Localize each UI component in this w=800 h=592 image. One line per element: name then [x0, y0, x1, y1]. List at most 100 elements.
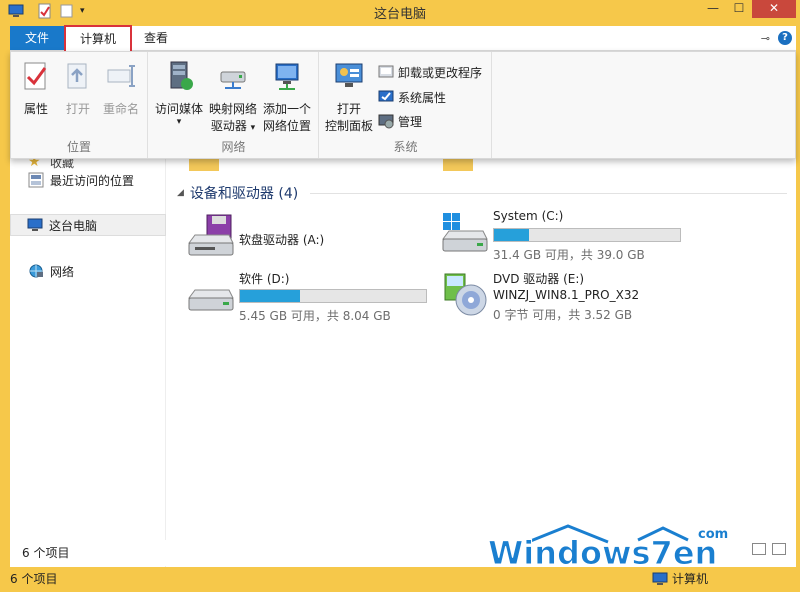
network-drive-icon — [220, 71, 246, 89]
watermark-logo: Windows7en com — [488, 524, 728, 570]
control-panel-icon — [335, 63, 363, 87]
system-properties-icon — [378, 90, 394, 102]
navigation-pane: ★ 收藏 最近访问的位置 这台电脑 网络 — [10, 154, 166, 567]
rename-icon — [107, 65, 135, 87]
system-group-label: 系统 — [393, 140, 418, 154]
open-icon — [67, 63, 87, 89]
view-toggle-group — [752, 543, 786, 555]
tab-file[interactable]: 文件 — [10, 26, 64, 50]
drive-a-name: 软盘驱动器 (A:) — [239, 233, 325, 247]
drive-d-usage-bar — [239, 289, 427, 303]
open-cp-label-2: 控制面板 — [324, 119, 373, 133]
window-title: 这台电脑 — [373, 7, 426, 22]
hard-drive-icon — [188, 289, 234, 311]
rename-button[interactable]: 重命名 — [99, 60, 143, 118]
floppy-drive-icon — [188, 214, 234, 256]
map-drive-label-2: 驱动器 — [210, 119, 247, 133]
nav-item-this-pc[interactable]: 这台电脑 — [10, 214, 166, 236]
dropdown-arrow-icon: ▾ — [176, 117, 182, 127]
svg-text:Windows7en: Windows7en — [488, 534, 717, 570]
minimize-button[interactable]: — — [700, 0, 726, 18]
location-group: 属性 打开 重命名 位置 — [11, 52, 148, 158]
recent-places-icon — [28, 172, 44, 188]
properties-label: 属性 — [23, 102, 48, 116]
uninstall-label: 卸载或更改程序 — [398, 65, 483, 80]
item-count: 6 个项目 — [10, 572, 58, 586]
open-button[interactable]: 打开 — [61, 60, 95, 118]
explorer-window: ▾ 这台电脑 — ☐ ✕ 文件 计算机 查看 ⊸ ? 属性 打开 重命名 位置 … — [0, 0, 800, 592]
system-drive-icon — [442, 213, 488, 252]
access-media-button[interactable]: 访问媒体 ▾ — [153, 60, 205, 127]
open-label: 打开 — [65, 102, 90, 116]
section-divider — [310, 192, 787, 194]
map-drive-label-2-row: 驱动器 ▾ — [207, 118, 259, 137]
tab-view[interactable]: 查看 — [136, 26, 176, 50]
dropdown-arrow-icon: ▾ — [250, 123, 256, 133]
open-cp-label-1: 打开 — [336, 102, 361, 116]
collapse-arrow-icon: ◢ — [177, 188, 184, 198]
drive-c-usage-bar — [493, 228, 681, 242]
nav-item-recent[interactable]: 最近访问的位置 — [10, 169, 166, 191]
drive-software-d[interactable]: 软件 (D:) 5.45 GB 可用，共 8.04 GB — [185, 270, 435, 330]
properties-icon — [24, 62, 47, 90]
nav-recent-label: 最近访问的位置 — [50, 173, 135, 188]
open-control-panel-button[interactable]: 打开 控制面板 — [322, 60, 376, 135]
properties-button[interactable]: 属性 — [19, 60, 53, 118]
nav-this-pc-label: 这台电脑 — [49, 218, 98, 233]
pin-ribbon-icon[interactable]: ⊸ — [761, 32, 770, 45]
media-server-icon — [170, 61, 193, 90]
ribbon-right-controls: ⊸ ? — [761, 31, 792, 45]
uninstall-icon — [378, 65, 394, 78]
drive-c-name: System (C:) — [493, 209, 564, 223]
devices-section-header[interactable]: ◢ 设备和驱动器 (4) — [177, 183, 787, 203]
explorer-body: ★ 收藏 最近访问的位置 这台电脑 网络 ◢ 设备和驱动器 (4) 软盘驱动器 … — [10, 154, 796, 567]
drive-c-usage-fill — [494, 229, 530, 241]
map-drive-label-1: 映射网络 — [208, 102, 257, 116]
drive-d-name: 软件 (D:) — [239, 272, 290, 286]
drive-d-info: 5.45 GB 可用，共 8.04 GB — [239, 309, 391, 323]
ribbon-panel: 属性 打开 重命名 位置 访问媒体 ▾ 映射网络 驱动器 ▾ 添加一个 网络位置… — [10, 51, 796, 159]
svg-text:com: com — [698, 527, 728, 542]
ribbon-tabs: 文件 计算机 查看 ⊸ ? — [10, 25, 796, 52]
add-network-location-button[interactable]: 添加一个 网络位置 — [261, 60, 313, 135]
status-location: 计算机 — [652, 570, 708, 587]
uninstall-program-button[interactable]: 卸载或更改程序 — [378, 62, 482, 82]
close-button[interactable]: ✕ — [752, 0, 796, 18]
drive-c-info: 31.4 GB 可用，共 39.0 GB — [493, 248, 645, 262]
add-network-location-icon — [275, 63, 299, 90]
computer-icon — [652, 572, 668, 585]
network-group: 访问媒体 ▾ 映射网络 驱动器 ▾ 添加一个 网络位置 网络 — [149, 52, 319, 158]
manage-label: 管理 — [398, 114, 423, 129]
drive-floppy[interactable]: 软盘驱动器 (A:) — [185, 213, 435, 273]
network-icon — [29, 264, 43, 278]
drive-e-info: 0 字节 可用，共 3.52 GB — [493, 308, 633, 322]
nav-item-network[interactable]: 网络 — [10, 260, 166, 282]
folder-icon — [189, 159, 219, 171]
map-network-drive-button[interactable]: 映射网络 驱动器 ▾ — [207, 60, 259, 137]
manage-icon — [378, 114, 394, 129]
manage-button[interactable]: 管理 — [378, 111, 422, 131]
drive-system-c[interactable]: System (C:) 31.4 GB 可用，共 39.0 GB — [439, 209, 689, 269]
status-location-label: 计算机 — [672, 572, 709, 586]
rename-label: 重命名 — [102, 102, 139, 116]
drive-dvd-e[interactable]: DVD 驱动器 (E:) WINZJ_WIN8.1_PRO_X32 0 字节 可… — [439, 270, 689, 330]
add-location-label-2: 网络位置 — [262, 119, 311, 133]
system-properties-button[interactable]: 系统属性 — [378, 87, 446, 107]
large-icons-view-icon[interactable] — [772, 543, 786, 555]
inner-item-count: 6 个项目 — [22, 546, 70, 560]
location-group-label: 位置 — [66, 140, 91, 154]
drive-d-usage-fill — [240, 290, 300, 302]
tab-computer[interactable]: 计算机 — [64, 25, 132, 52]
title-bar: ▾ 这台电脑 — ☐ ✕ — [0, 0, 800, 22]
computer-icon — [27, 218, 43, 231]
system-properties-label: 系统属性 — [398, 90, 447, 105]
add-location-label-1: 添加一个 — [262, 102, 311, 116]
drive-e-name: DVD 驱动器 (E:) — [493, 272, 585, 286]
folder-icon — [443, 159, 473, 171]
drive-e-label: WINZJ_WIN8.1_PRO_X32 — [493, 288, 640, 302]
help-icon[interactable]: ? — [778, 31, 792, 45]
system-group: 打开 控制面板 卸载或更改程序 系统属性 管理 系统 — [320, 52, 492, 158]
maximize-button[interactable]: ☐ — [726, 0, 752, 18]
network-group-label: 网络 — [221, 140, 246, 154]
details-view-icon[interactable] — [752, 543, 766, 555]
